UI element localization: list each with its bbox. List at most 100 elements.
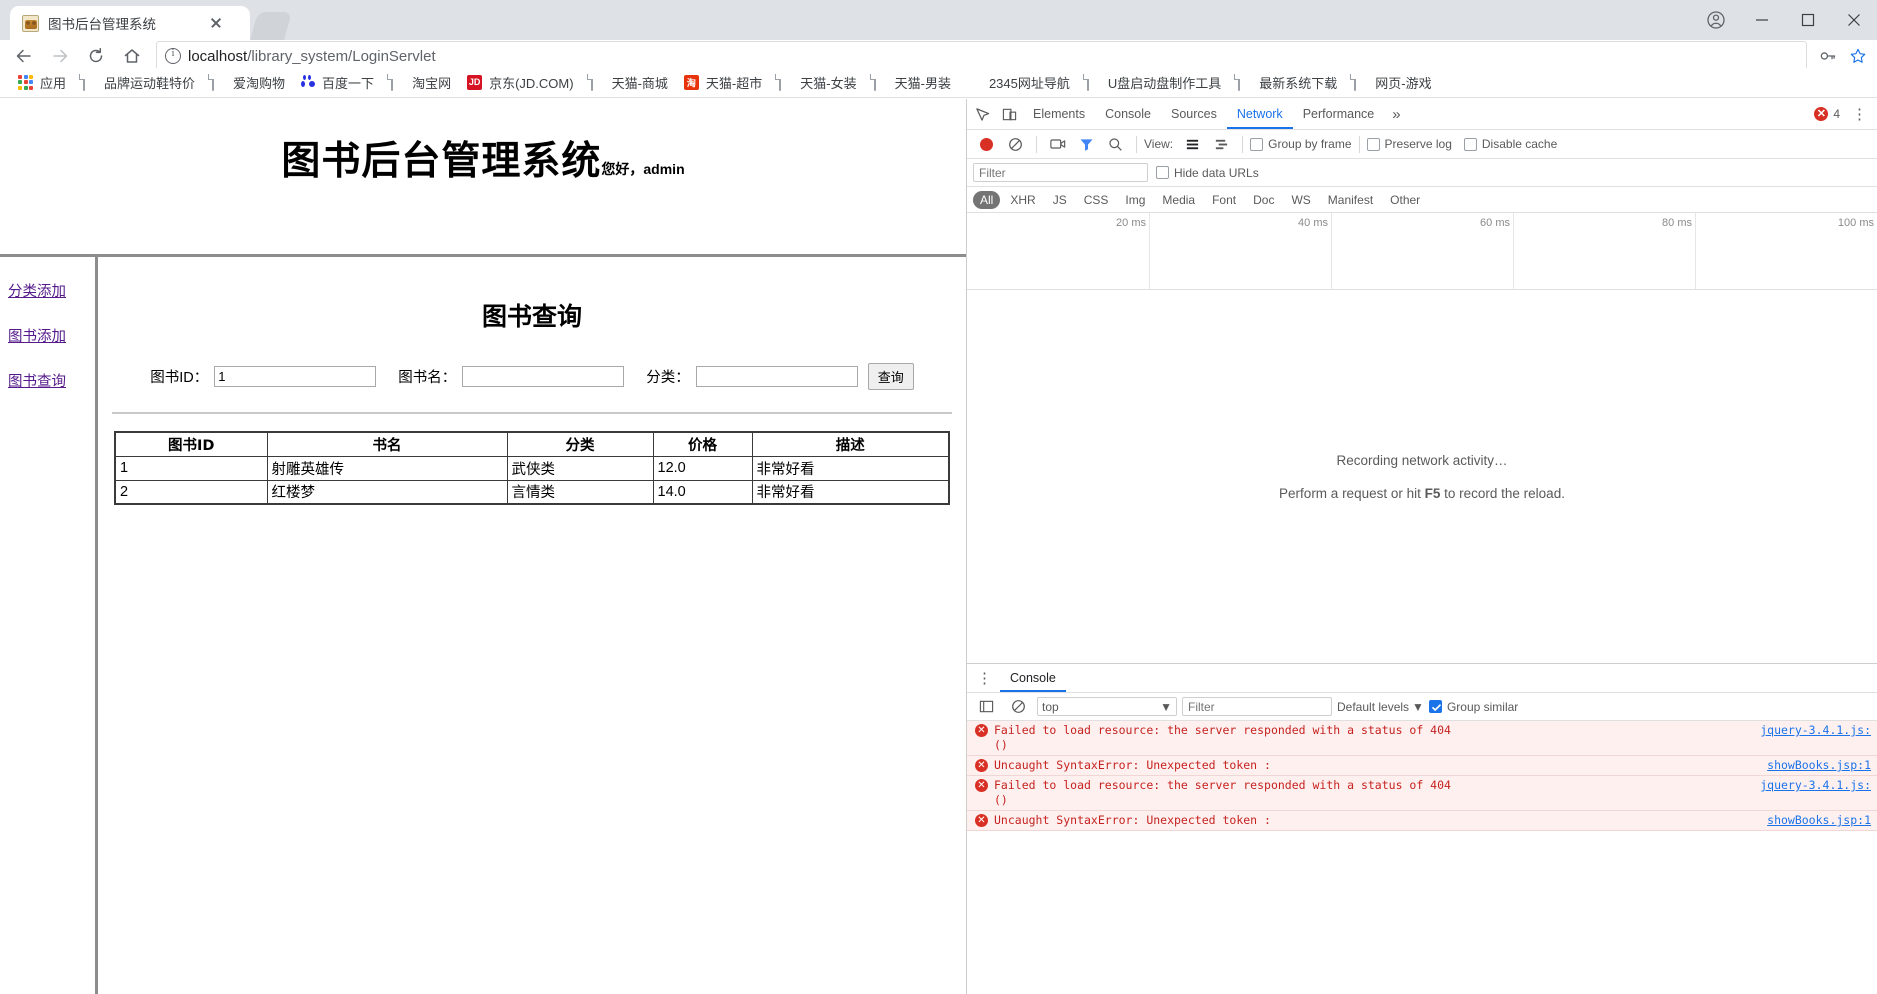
waterfall-view-icon[interactable]	[1208, 131, 1235, 157]
table-header-row: 图书ID 书名 分类 价格 描述	[114, 431, 950, 457]
console-message-text: Failed to load resource: the server resp…	[994, 723, 1451, 752]
console-context-select[interactable]: top ▼	[1037, 697, 1177, 716]
console-filter-input[interactable]	[1182, 697, 1332, 716]
page-icon	[778, 73, 794, 91]
bookmark-item[interactable]: 百度一下	[293, 70, 382, 95]
error-count-badge[interactable]: ✕ 4	[1814, 107, 1844, 121]
bookmark-item[interactable]: 最新系统下载	[1229, 70, 1345, 95]
timeline-tick: 40 ms	[1298, 217, 1328, 229]
type-filter-media[interactable]: Media	[1155, 191, 1202, 209]
console-message-source[interactable]: showBooks.jsp:1	[1767, 813, 1871, 827]
info-circle-icon[interactable]	[165, 47, 181, 64]
bookmark-item[interactable]: 爱淘购物	[203, 70, 293, 95]
search-icon[interactable]	[1102, 131, 1129, 157]
column-header-description: 描述	[751, 431, 950, 457]
console-message[interactable]: ✕ Uncaught SyntaxError: Unexpected token…	[967, 811, 1877, 831]
error-icon: ✕	[975, 759, 988, 772]
hide-data-urls-checkbox[interactable]: Hide data URLs	[1156, 166, 1259, 180]
type-filter-img[interactable]: Img	[1118, 191, 1152, 209]
console-context-value: top	[1042, 699, 1059, 714]
camera-icon[interactable]	[1044, 131, 1071, 157]
bookmark-item[interactable]: JD 京东(JD.COM)	[459, 70, 582, 95]
tab-network[interactable]: Network	[1227, 99, 1293, 129]
network-toolbar: View: Group by frame Preserve log Disabl…	[967, 130, 1877, 159]
bookmark-item[interactable]: 淘宝网	[382, 70, 459, 95]
console-message-source[interactable]: jquery-3.4.1.js:	[1760, 723, 1871, 737]
execute-icon[interactable]	[973, 694, 1000, 720]
bookmark-item[interactable]: 网页-游戏	[1345, 70, 1439, 95]
lion-favicon-icon	[22, 14, 39, 32]
sidebar-item-book-add[interactable]: 图书添加	[8, 325, 95, 346]
console-message-source[interactable]: showBooks.jsp:1	[1767, 758, 1871, 772]
bookmark-item[interactable]: 品牌运动鞋特价	[74, 70, 203, 95]
tab-console[interactable]: Console	[1095, 99, 1161, 129]
bookmark-item[interactable]: 天猫-商城	[582, 70, 676, 95]
book-id-input[interactable]	[214, 366, 377, 387]
bookmark-label: 百度一下	[322, 76, 375, 91]
console-message[interactable]: ✕ Uncaught SyntaxError: Unexpected token…	[967, 756, 1877, 776]
console-message-source[interactable]: jquery-3.4.1.js:	[1760, 778, 1871, 792]
browser-tab[interactable]: 图书后台管理系统	[10, 6, 250, 40]
maximize-button[interactable]	[1785, 0, 1831, 40]
section-divider	[112, 412, 952, 414]
bookmark-item[interactable]: U盘启动盘制作工具	[1078, 70, 1229, 95]
type-filter-css[interactable]: CSS	[1077, 191, 1116, 209]
window-controls	[1693, 0, 1877, 40]
filter-icon[interactable]	[1073, 131, 1100, 157]
cell-id: 2	[114, 479, 268, 505]
tab-performance[interactable]: Performance	[1293, 99, 1385, 129]
preserve-log-checkbox[interactable]: Preserve log	[1366, 137, 1452, 151]
console-message[interactable]: ✕ Failed to load resource: the server re…	[967, 721, 1877, 756]
query-button[interactable]: 查询	[867, 363, 914, 390]
clear-console-icon[interactable]	[1005, 694, 1032, 720]
category-input[interactable]	[695, 366, 858, 387]
drawer-menu-icon[interactable]: ⋮	[969, 669, 1000, 687]
bookmark-item[interactable]: 天猫-女装	[770, 70, 864, 95]
inspect-icon[interactable]	[969, 101, 996, 127]
bookmark-label: U盘启动盘制作工具	[1107, 76, 1222, 91]
address-bar[interactable]: localhost/library_system/LoginServlet	[156, 41, 1807, 71]
sidebar-item-category-add[interactable]: 分类添加	[8, 280, 95, 301]
sidebar-item-book-query[interactable]: 图书查询	[8, 370, 95, 391]
type-filter-xhr[interactable]: XHR	[1003, 191, 1042, 209]
close-window-button[interactable]	[1831, 0, 1877, 40]
network-filter-input[interactable]	[973, 163, 1148, 182]
type-filter-ws[interactable]: WS	[1284, 191, 1317, 209]
group-by-frame-checkbox[interactable]: Group by frame	[1250, 137, 1352, 151]
minimize-button[interactable]	[1739, 0, 1785, 40]
bookmark-item[interactable]: 2345网址导航	[959, 70, 1078, 95]
more-tabs-icon[interactable]: »	[1384, 106, 1408, 123]
bookmark-item[interactable]: 天猫-男装	[865, 70, 959, 95]
disable-cache-checkbox[interactable]: Disable cache	[1463, 137, 1557, 151]
cell-category: 武侠类	[506, 455, 654, 481]
clear-icon[interactable]	[1002, 131, 1029, 157]
book-name-input[interactable]	[462, 366, 625, 387]
star-icon[interactable]	[1845, 43, 1871, 69]
profile-icon[interactable]	[1693, 0, 1739, 40]
cell-description: 非常好看	[751, 455, 950, 481]
close-tab-icon[interactable]	[207, 14, 225, 32]
console-levels-select[interactable]: Default levels ▼	[1337, 700, 1424, 714]
tab-elements[interactable]: Elements	[1023, 99, 1095, 129]
list-view-icon[interactable]	[1179, 131, 1206, 157]
type-filter-other[interactable]: Other	[1383, 191, 1427, 209]
bookmark-label: 爱淘购物	[233, 76, 286, 91]
drawer-tab-console[interactable]: Console	[1000, 664, 1066, 692]
type-filter-js[interactable]: JS	[1046, 191, 1074, 209]
group-similar-checkbox[interactable]: Group similar	[1428, 700, 1518, 714]
type-filter-font[interactable]: Font	[1205, 191, 1243, 209]
type-filter-all[interactable]: All	[973, 190, 1001, 209]
page-icon	[873, 73, 889, 91]
devtools-tabbar: Elements Console Sources Network Perform…	[967, 99, 1877, 130]
type-filter-manifest[interactable]: Manifest	[1321, 191, 1380, 209]
record-button[interactable]	[973, 131, 1000, 157]
bookmark-apps[interactable]: 应用	[10, 70, 74, 95]
device-toolbar-icon[interactable]	[996, 101, 1023, 127]
console-message[interactable]: ✕ Failed to load resource: the server re…	[967, 776, 1877, 811]
console-message-list[interactable]: ✕ Failed to load resource: the server re…	[967, 721, 1877, 994]
bookmark-item[interactable]: 淘 天猫-超市	[676, 70, 770, 95]
tab-sources[interactable]: Sources	[1161, 99, 1227, 129]
type-filter-doc[interactable]: Doc	[1246, 191, 1281, 209]
key-icon[interactable]	[1815, 43, 1841, 69]
devtools-menu-icon[interactable]: ⋮	[1844, 105, 1875, 123]
